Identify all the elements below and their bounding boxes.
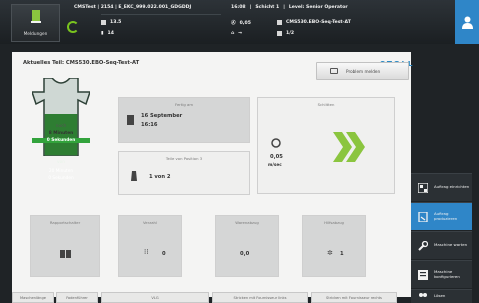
counter-a: 13.5	[101, 20, 121, 25]
takedown-value: 0,0	[240, 251, 250, 257]
aux-takedown-title: Hilfsabzug	[324, 220, 344, 225]
counter-title: Verzahl	[143, 220, 157, 225]
tab-yarn-carrier-label: Fadenführer	[66, 295, 88, 300]
counter-b-value: 14	[107, 31, 114, 36]
messages-label: Meldungen	[23, 32, 48, 37]
counter-card: Verzahl ⁞⁞ 0	[118, 215, 182, 277]
carriage-icon	[271, 138, 281, 148]
takedown-card: Warenabzug 0,0	[215, 215, 279, 277]
tab-stitch-length[interactable]: Maschenlänge	[12, 292, 54, 303]
counter-a-value: 13.5	[110, 20, 122, 25]
tab-vlg[interactable]: VLG	[101, 292, 209, 303]
rapport-switch-card: Rapportschalter	[30, 215, 100, 277]
direction-info: ⌂ →	[231, 31, 242, 36]
counter-value: 0	[162, 251, 166, 257]
arrow-right-icon: →	[238, 31, 243, 36]
total-minutes: 20 Minuten	[48, 169, 74, 174]
messages-button[interactable]: Meldungen	[11, 4, 60, 42]
sidebar-item-configure-machine[interactable]: Maschine konfigurieren	[411, 260, 472, 288]
ready-at-card: Fertig am 16 September 16:16	[118, 97, 250, 143]
machine-status-icon	[67, 21, 79, 33]
aux-takedown-card: Hilfsabzug ✲ 1	[302, 215, 366, 277]
counter-b: ▮ 14	[101, 31, 114, 36]
grid-icon	[101, 20, 106, 25]
session-info: 16:08 | Schicht 1 | Level: Senior Operat…	[231, 5, 348, 10]
carriage-title: Schlitten	[317, 102, 335, 107]
total-label: von	[57, 160, 65, 165]
carriage-unit: m/sec	[268, 162, 282, 167]
page-value: 1/2	[286, 31, 295, 36]
rapport-title: Rapportschalter	[49, 220, 81, 225]
wrench-icon	[418, 240, 428, 251]
sidebar-item-label: Auftrag einrichten	[434, 184, 470, 190]
cone-icon: ▮	[101, 31, 104, 36]
remaining-minutes: 8 Minuten	[48, 131, 74, 136]
divider	[101, 14, 221, 15]
carriage-card: Schlitten 0,05 m/sec	[257, 97, 395, 194]
tab-feeder-right[interactable]: Stricken mit Fournisseur rechts	[311, 292, 397, 303]
sidebar-item-setup-order[interactable]: Auftrag einrichten	[411, 173, 472, 201]
current-part-title: Aktuelles Teil: CMS530.EBO-Seq-Test-AT	[23, 60, 140, 66]
carriage-icon: Ⓐ	[231, 21, 236, 26]
parts-title: Teile von Position 3	[165, 156, 203, 161]
tab-yarn-carrier[interactable]: Fadenführer	[56, 292, 98, 303]
user-button[interactable]	[455, 0, 479, 44]
speed-info: Ⓐ 0,05	[231, 20, 251, 27]
sidebar-item-label: Auftrag produzieren	[434, 210, 458, 221]
shift-text: Schicht 1	[255, 5, 280, 10]
setup-order-icon	[418, 182, 428, 193]
ready-time: 16:16	[141, 122, 158, 128]
yarn-cone-icon	[131, 171, 137, 181]
gear-icon: ✲	[327, 249, 333, 257]
separator: |	[249, 5, 252, 10]
separator: |	[283, 5, 285, 10]
knit-progress-shirt-icon	[32, 78, 90, 156]
people-icon	[419, 292, 427, 297]
sidebar-item-label: Maschine warten	[434, 242, 468, 248]
parts-card: Teile von Position 3 1 von 2	[118, 151, 250, 195]
bell-icon	[31, 10, 41, 23]
sidebar-item-label: Maschine konfigurieren	[434, 268, 460, 279]
level-text: Level: Senior Operator	[288, 5, 348, 10]
sidebar-item-solve[interactable]: Lösen	[411, 289, 472, 303]
rapport-icon	[60, 250, 71, 258]
program-name: CMS530.EBO-Seq-Test-AT	[286, 20, 351, 25]
tab-feeder-left[interactable]: Stricken mit Fournisseur links	[212, 292, 308, 303]
remaining-label: noch	[55, 124, 67, 129]
sidebar-item-maintain-machine[interactable]: Maschine warten	[411, 231, 472, 259]
tab-stitch-length-label: Maschenlänge	[20, 295, 46, 300]
produce-order-icon	[418, 211, 428, 222]
top-status-bar: Meldungen CMSTest | 2154 | E_EKC_999.022…	[0, 0, 479, 44]
page-info: 1/2	[277, 31, 294, 36]
grid-icon: ⁞⁞	[144, 248, 149, 256]
user-icon	[461, 16, 473, 29]
page-icon	[277, 31, 282, 36]
sidebar-item-produce-order[interactable]: Auftrag produzieren	[411, 202, 472, 230]
report-problem-label: Problem melden	[346, 68, 381, 74]
tab-vlg-label: VLG	[151, 295, 159, 300]
configure-icon	[418, 269, 428, 280]
speed-value: 0,05	[239, 20, 251, 26]
takedown-title: Warenabzug	[235, 220, 259, 225]
tab-feeder-left-label: Stricken mit Fournisseur links	[233, 295, 287, 300]
ready-date: 16 September	[141, 113, 183, 119]
machine-info: CMSTest | 2154 | E_EKC_999.022.001_GDGDD…	[74, 5, 192, 10]
program-info: CMS530.EBO-Seq-Test-AT	[277, 20, 351, 25]
ready-at-title: Fertig am	[174, 102, 194, 107]
machine-icon: ⌂	[231, 31, 235, 36]
aux-takedown-value: 1	[340, 251, 344, 257]
report-icon	[330, 68, 338, 74]
report-problem-button[interactable]: Problem melden	[316, 62, 409, 80]
remaining-seconds: 0 Sekunden	[32, 138, 90, 144]
tab-feeder-right-label: Stricken mit Fournisseur rechts	[326, 295, 382, 300]
program-icon	[277, 20, 282, 25]
chevron-right-icon	[333, 132, 365, 162]
clock-machine-icon	[127, 115, 134, 125]
carriage-speed: 0,05	[270, 154, 283, 160]
sidebar-item-label: Lösen	[434, 293, 446, 299]
time-text: 16:08	[231, 5, 246, 10]
parts-value: 1 von 2	[149, 174, 171, 180]
total-seconds: 0 Sekunden	[48, 176, 74, 181]
